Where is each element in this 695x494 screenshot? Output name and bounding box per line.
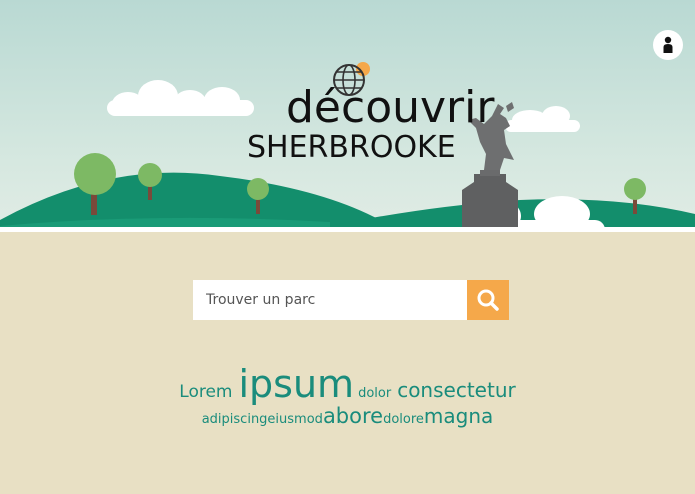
tag-link[interactable]: dolor [358, 386, 391, 401]
tag-link[interactable]: consectetur [397, 378, 516, 402]
search-button[interactable] [467, 280, 509, 320]
tag-link[interactable]: ipsum [239, 362, 355, 406]
tag-link[interactable]: Lorem [179, 382, 232, 402]
tag-line-1: Lorem ipsum dolor consectetur [0, 362, 695, 406]
site-title-sub: SHERBROOKE [247, 130, 456, 165]
tag-link[interactable]: dolore [383, 412, 424, 427]
site-title-main: découvrir [286, 82, 495, 133]
user-account-button[interactable] [653, 30, 683, 60]
tag-line-2: adipiscingeiusmod abore dolore magna [0, 404, 695, 428]
search-icon [477, 289, 499, 311]
search-input[interactable] [193, 280, 467, 320]
tag-link[interactable]: magna [424, 404, 493, 428]
tag-link[interactable]: adipiscingeiusmod [202, 412, 323, 427]
park-search [193, 280, 509, 320]
user-icon [663, 36, 673, 53]
tag-cloud: Lorem ipsum dolor consectetur adipiscing… [0, 362, 695, 428]
hero-banner: découvrir SHERBROOKE [0, 0, 695, 232]
tag-link[interactable]: abore [323, 404, 383, 428]
hero-divider [0, 227, 695, 232]
cloud-left [107, 80, 254, 116]
